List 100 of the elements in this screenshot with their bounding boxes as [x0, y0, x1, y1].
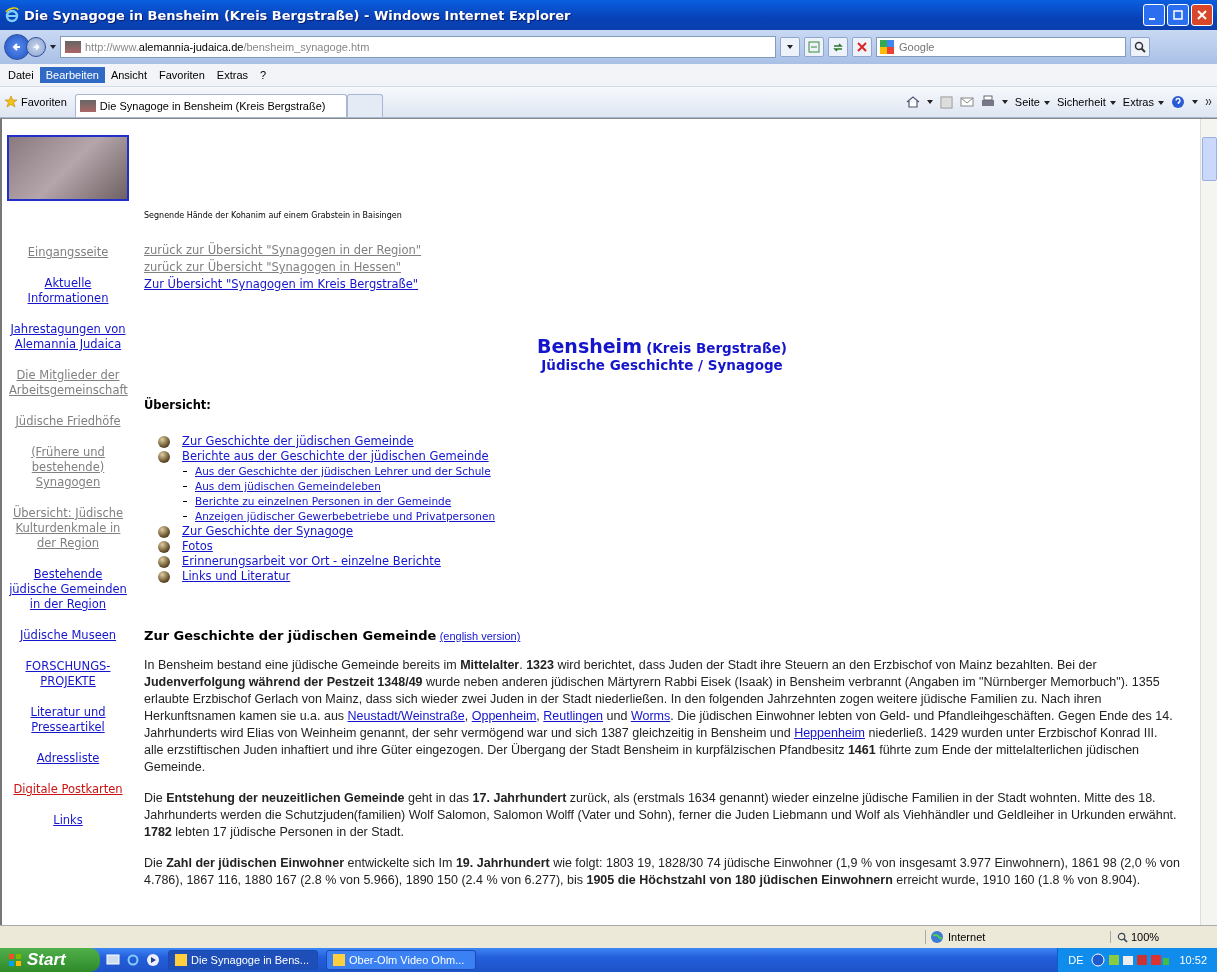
- magnifier-icon: [1117, 931, 1128, 943]
- sidebar-link[interactable]: Eingangsseite: [27, 245, 109, 260]
- sidebar-link[interactable]: Aktuelle Informationen: [9, 276, 127, 306]
- text-link[interactable]: Reutlingen: [543, 709, 604, 723]
- browser-tab[interactable]: Die Synagoge in Bensheim (Kreis Bergstraße): [74, 93, 347, 117]
- dash-icon: [183, 471, 187, 472]
- browser-logo-icon: [4, 7, 20, 23]
- text-link[interactable]: Neustadt/Weinstraße: [347, 709, 465, 723]
- text-link[interactable]: Heppenheim: [794, 726, 866, 740]
- dropdown-button[interactable]: [780, 37, 800, 57]
- sidebar-link[interactable]: Links: [53, 813, 83, 828]
- language-indicator[interactable]: DE: [1068, 954, 1084, 966]
- overview-link[interactable]: Zur Geschichte der jüdischen Gemeinde: [182, 434, 414, 449]
- favorites-button[interactable]: Favoriten: [0, 95, 75, 109]
- sidebar-link[interactable]: Adressliste: [36, 751, 100, 766]
- page-title: Bensheim: [537, 335, 642, 357]
- scrollbar-thumb[interactable]: [1202, 137, 1217, 181]
- menu-item[interactable]: Datei: [2, 67, 40, 83]
- program-icon: [175, 954, 187, 966]
- dash-icon: [183, 501, 187, 502]
- program-icon: [333, 954, 345, 966]
- bullet-icon: [158, 540, 170, 553]
- overview-link[interactable]: Zur Geschichte der Synagoge: [182, 524, 354, 539]
- english-version-link[interactable]: (english version): [439, 630, 521, 642]
- menu-item[interactable]: Extras: [210, 67, 255, 83]
- refresh-button[interactable]: [828, 37, 848, 57]
- sidebar-link[interactable]: (Frühere und bestehende) Synagogen: [9, 445, 127, 490]
- menu-item[interactable]: Favoriten: [153, 67, 211, 83]
- star-icon: [4, 95, 18, 109]
- sidebar-link[interactable]: Bestehende jüdische Gemeinden in der Region: [9, 567, 127, 612]
- paragraph: In Bensheim bestand eine jüdische Gemeinde bereits im Mittelalter. 1323 wird berichtet, dass Juden der Stadt ihre Steuern an den Erzbischof von Mainz bezahlten. Bei der Judenverfolgung während der Pestzeit 1348/49 wurde neben anderen jüdischen Märtyrern Rabbi Eisek (Isaak) in Bensheim verbrannt (Angaben im "Nürnberger Memorbuch"). 1355 erlaubte Erzbischof Gerlach von Mainz, dass sich wieder zwei Juden in der Stadt niederließen. In den folgenden Jahrzehnten zogen weitere jüdische Familien zu. Nach ihren Herkunftsnamen kamen sie u.a. aus Neustadt/Weinstraße, Oppenheim, Reutlingen und Worms. Die jüdischen Einwohner lebten von Geld- und Pfandleihgeschäften. Gegen Ende des 14. Jahrhunderts wird Elias von Weinheim genannt, der sehr vermögend war und sich 1387 gleichzeitig in Bensheim und Heppenheim niederließ. 1429 wurden unter Erzbischof Konrad III. alle erzstiftischen Juden inhaftiert und ihre Güter eingezogen. Der Übergang der Stadt Bensheim in kurpfälzischen Pfandbesitz 1461 führte zum Ende der mittelalterlichen jüdischen Gemeinde.: [144, 657, 1174, 776]
- bullet-icon: [158, 525, 170, 538]
- back-link[interactable]: zurück zur Übersicht "Synagogen in der Region": [144, 242, 422, 259]
- bullet-icon: [158, 555, 170, 568]
- close-button[interactable]: [1191, 4, 1213, 26]
- overview-link[interactable]: Erinnerungsarbeit vor Ort - einzelne Berichte: [182, 554, 441, 569]
- browser-logo-icon[interactable]: [126, 953, 140, 967]
- search-button[interactable]: [1130, 37, 1150, 57]
- overview-link[interactable]: Links und Literatur: [182, 569, 291, 584]
- overview-sublink[interactable]: Aus dem jüdischen Gemeindeleben: [195, 479, 381, 494]
- flag-icon: [8, 953, 22, 967]
- caret-icon[interactable]: [50, 45, 56, 49]
- search-provider-icon: [880, 40, 894, 54]
- address-field[interactable]: http://www.alemannia-judaica.de/bensheim_synagoge.htm: [60, 36, 776, 58]
- overview-sublink[interactable]: Anzeigen jüdischer Gewerbebetriebe und Privatpersonen: [195, 509, 496, 524]
- command-menu[interactable]: Extras: [1122, 96, 1164, 108]
- stop-button[interactable]: [852, 37, 872, 57]
- caret-icon[interactable]: [926, 100, 933, 104]
- overview-sublink[interactable]: Berichte zu einzelnen Personen in der Gemeinde: [195, 494, 452, 509]
- forward-button[interactable]: [26, 37, 46, 57]
- menu-item[interactable]: Ansicht: [104, 67, 153, 83]
- taskbar-button[interactable]: Die Synagoge in Bens...: [168, 950, 318, 970]
- overview-sublink[interactable]: Aus der Geschichte der jüdischen Lehrer und der Schule: [195, 464, 491, 479]
- menu-item[interactable]: ?: [254, 67, 273, 83]
- sidebar-link[interactable]: FORSCHUNGS-PROJEKTE: [9, 659, 127, 689]
- minimize-button[interactable]: [1143, 4, 1165, 26]
- back-link[interactable]: Zur Übersicht "Synagogen im Kreis Bergstraße": [144, 276, 419, 293]
- taskbar-button[interactable]: Ober-Olm Video Ohm...: [326, 950, 476, 970]
- photo-caption: Segnende Hände der Kohanim auf einem Grabstein in Baisingen: [144, 211, 403, 220]
- page-subtitle: Jüdische Geschichte / Synagoge: [539, 357, 784, 373]
- close-icon: [1197, 10, 1207, 20]
- print-icon[interactable]: [980, 95, 995, 109]
- maximize-button[interactable]: [1167, 4, 1189, 26]
- refresh-icon: [832, 41, 844, 53]
- overview-link[interactable]: Berichte aus der Geschichte der jüdischen Gemeinde: [182, 449, 489, 464]
- security-zone: Internet: [925, 930, 1110, 944]
- sidebar-link[interactable]: Die Mitglieder der Arbeitsgemeinschaft: [9, 368, 127, 398]
- sidebar-link[interactable]: Jüdische Friedhöfe: [15, 414, 121, 429]
- sidebar-link[interactable]: Literatur und Presseartikel: [9, 705, 127, 735]
- dash-icon: [183, 486, 187, 487]
- media-player-icon[interactable]: [146, 953, 160, 967]
- bullet-icon: [158, 570, 170, 583]
- search-field[interactable]: Google: [876, 37, 1126, 57]
- chevron-icon[interactable]: [1205, 98, 1213, 106]
- command-menu[interactable]: Seite: [1014, 96, 1050, 108]
- minimize-icon: [1149, 18, 1155, 20]
- sidebar-link[interactable]: Jahrestagungen von Alemannia Judaica: [9, 322, 127, 352]
- scrollbar[interactable]: [1200, 119, 1217, 925]
- sidebar-link[interactable]: Übersicht: Jüdische Kulturdenkmale in der Region: [9, 506, 127, 551]
- home-icon[interactable]: [905, 95, 920, 109]
- sidebar-link[interactable]: Jüdische Museen: [19, 628, 117, 643]
- command-menu[interactable]: Sicherheit: [1056, 96, 1116, 108]
- caret-icon: [1109, 101, 1116, 106]
- dash-icon: [183, 516, 187, 517]
- back-link[interactable]: zurück zur Übersicht "Synagogen in Hessen": [144, 259, 402, 276]
- caret-icon[interactable]: [1192, 100, 1198, 104]
- overview-link[interactable]: Fotos: [182, 539, 213, 554]
- caret-icon: [787, 45, 793, 49]
- zoom-level[interactable]: 100%: [1110, 931, 1217, 943]
- section-title: Zur Geschichte der jüdischen Gemeinde: [144, 628, 437, 643]
- sidebar-link[interactable]: Digitale Postkarten: [13, 782, 123, 797]
- paragraph: Die Entstehung der neuzeitlichen Gemeinde geht in das 17. Jahrhundert zurück, als (erstmals 1634 genannt) wieder einzelne jüdische Familien in der Stadt wohnten. Mitte des 18. Jahrhunderts werden die Schutzjuden(familien) Wolf Salomon, Salomon Wolff (Vater und Sohn), ferner die Juden Liebmann und Wolf als Viehhändler und Geldleiher in Urkunden erwähnt. 1782 lebten 17 jüdische Personen in der Stadt.: [144, 790, 1178, 841]
- menu-item[interactable]: Bearbeiten: [39, 67, 105, 83]
- help-icon[interactable]: [1171, 95, 1185, 109]
- search-icon: [1134, 41, 1146, 53]
- caret-icon[interactable]: [1001, 100, 1008, 104]
- photo-placeholder[interactable]: [7, 135, 129, 201]
- tray-icons-drawing[interactable]: [1091, 953, 1172, 967]
- back-button[interactable]: [4, 34, 30, 60]
- desktop-icon[interactable]: [106, 953, 120, 967]
